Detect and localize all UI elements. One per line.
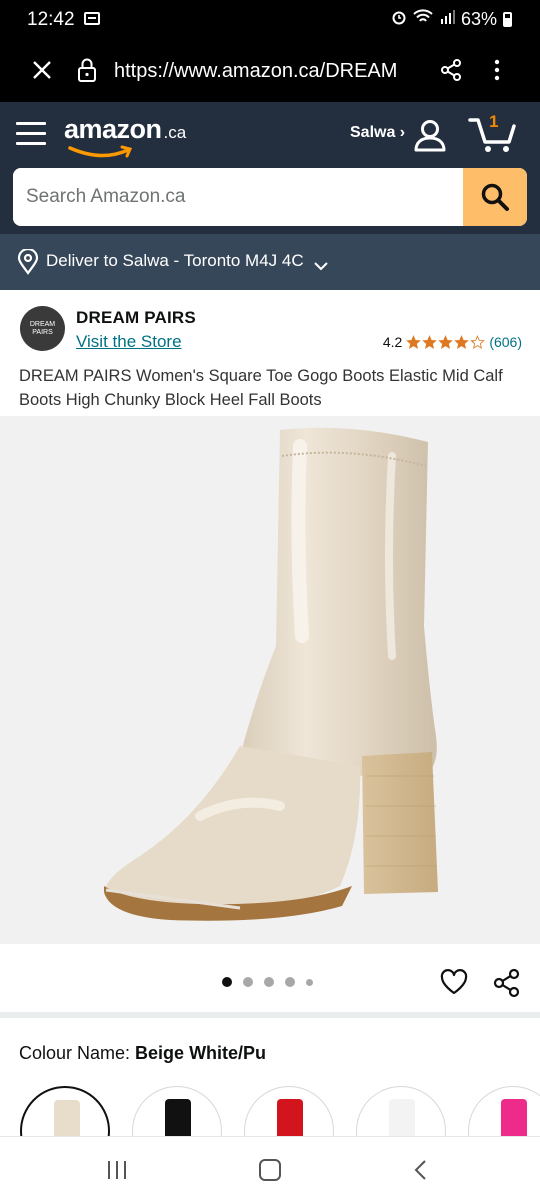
swatch-boot-thumbnail [389, 1099, 415, 1138]
colour-swatch-white[interactable] [356, 1086, 446, 1138]
colour-swatch-black[interactable] [132, 1086, 222, 1138]
product-title: DREAM PAIRS Women's Square Toe Gogo Boot… [19, 367, 503, 409]
battery-percent: 63% [460, 9, 497, 29]
product-image[interactable] [0, 416, 540, 944]
status-time: 12:42 [27, 9, 75, 30]
star-icon [470, 334, 486, 349]
search-button[interactable] [463, 168, 527, 226]
carousel-dot[interactable] [306, 978, 313, 986]
colour-swatch-beige[interactable] [20, 1086, 110, 1138]
amazon-logo[interactable]: amazon .ca [64, 114, 187, 158]
cart-button[interactable]: 1 [468, 112, 520, 154]
status-icons: 63% [391, 9, 512, 30]
review-count: (606) [489, 334, 522, 350]
carousel-dot[interactable] [264, 977, 274, 987]
boot-image [104, 427, 438, 921]
more-options-icon[interactable] [490, 58, 504, 87]
logo-word: amazon [64, 114, 162, 144]
rating-summary[interactable]: 4.2 (606) [383, 334, 522, 350]
share-icon[interactable] [439, 58, 463, 87]
location-pin-icon [17, 247, 39, 280]
swatch-boot-thumbnail [54, 1100, 80, 1138]
star-icon [454, 334, 470, 349]
carousel-dot[interactable] [243, 977, 253, 987]
carousel-dot[interactable] [285, 977, 295, 987]
wifi-icon [413, 9, 433, 30]
rating-value: 4.2 [382, 334, 403, 350]
alarm-icon [391, 9, 407, 30]
signin-link[interactable]: Salwa › [350, 124, 405, 142]
share-icon[interactable] [493, 968, 521, 1003]
close-icon[interactable] [30, 58, 54, 87]
brand-row: DREAM PAIRS DREAM PAIRS Visit the Store … [0, 290, 540, 368]
visit-store-link[interactable]: Visit the Store [76, 332, 182, 352]
lock-icon[interactable] [76, 57, 98, 88]
site-header: amazon .ca Salwa › 1 [0, 102, 540, 234]
selected-colour: Beige White/Pu [135, 1043, 267, 1063]
colour-swatches [0, 1086, 540, 1138]
calendar-icon [84, 12, 100, 25]
colour-swatch-red[interactable] [244, 1086, 334, 1138]
search-bar [13, 168, 527, 226]
colour-swatch-pink[interactable] [468, 1086, 540, 1138]
colour-label-prefix: Colour Name: [19, 1043, 136, 1063]
back-icon[interactable] [413, 1159, 427, 1186]
signal-icon [439, 9, 455, 30]
url-field[interactable]: https://www.amazon.ca/DREAM [114, 60, 418, 83]
browser-toolbar: https://www.amazon.ca/DREAM [0, 40, 540, 102]
hamburger-menu-icon[interactable] [16, 122, 46, 146]
status-bar: 12:42 63% [0, 0, 540, 40]
heart-icon[interactable] [440, 969, 468, 1000]
brand-name: DREAM PAIRS [76, 308, 196, 327]
cart-count: 1 [489, 112, 499, 131]
smile-arrow-icon [68, 145, 133, 158]
search-input[interactable] [13, 168, 463, 226]
star-icon [406, 334, 422, 349]
star-icon [422, 334, 438, 349]
brand-logo[interactable]: DREAM PAIRS [20, 306, 65, 351]
recent-apps-icon[interactable] [108, 1161, 126, 1179]
battery-icon [503, 12, 512, 27]
section-divider [0, 1012, 540, 1018]
star-rating [406, 334, 486, 350]
user-icon[interactable] [413, 118, 447, 157]
chevron-down-icon [314, 256, 328, 276]
star-icon [438, 334, 454, 349]
swatch-boot-thumbnail [501, 1099, 527, 1138]
swatch-boot-thumbnail [277, 1099, 303, 1138]
logo-tld: .ca [163, 123, 187, 142]
system-nav-bar [0, 1136, 540, 1201]
delivery-text: Deliver to Salwa - Toronto M4J 4C [46, 251, 304, 270]
delivery-location-bar[interactable]: Deliver to Salwa - Toronto M4J 4C [0, 234, 540, 290]
image-carousel-dots [222, 977, 313, 987]
swatch-boot-thumbnail [165, 1099, 191, 1138]
search-icon [481, 183, 509, 211]
carousel-dot[interactable] [222, 977, 232, 987]
home-icon[interactable] [259, 1159, 281, 1181]
colour-label: Colour Name: Beige White/Pu [19, 1043, 266, 1064]
